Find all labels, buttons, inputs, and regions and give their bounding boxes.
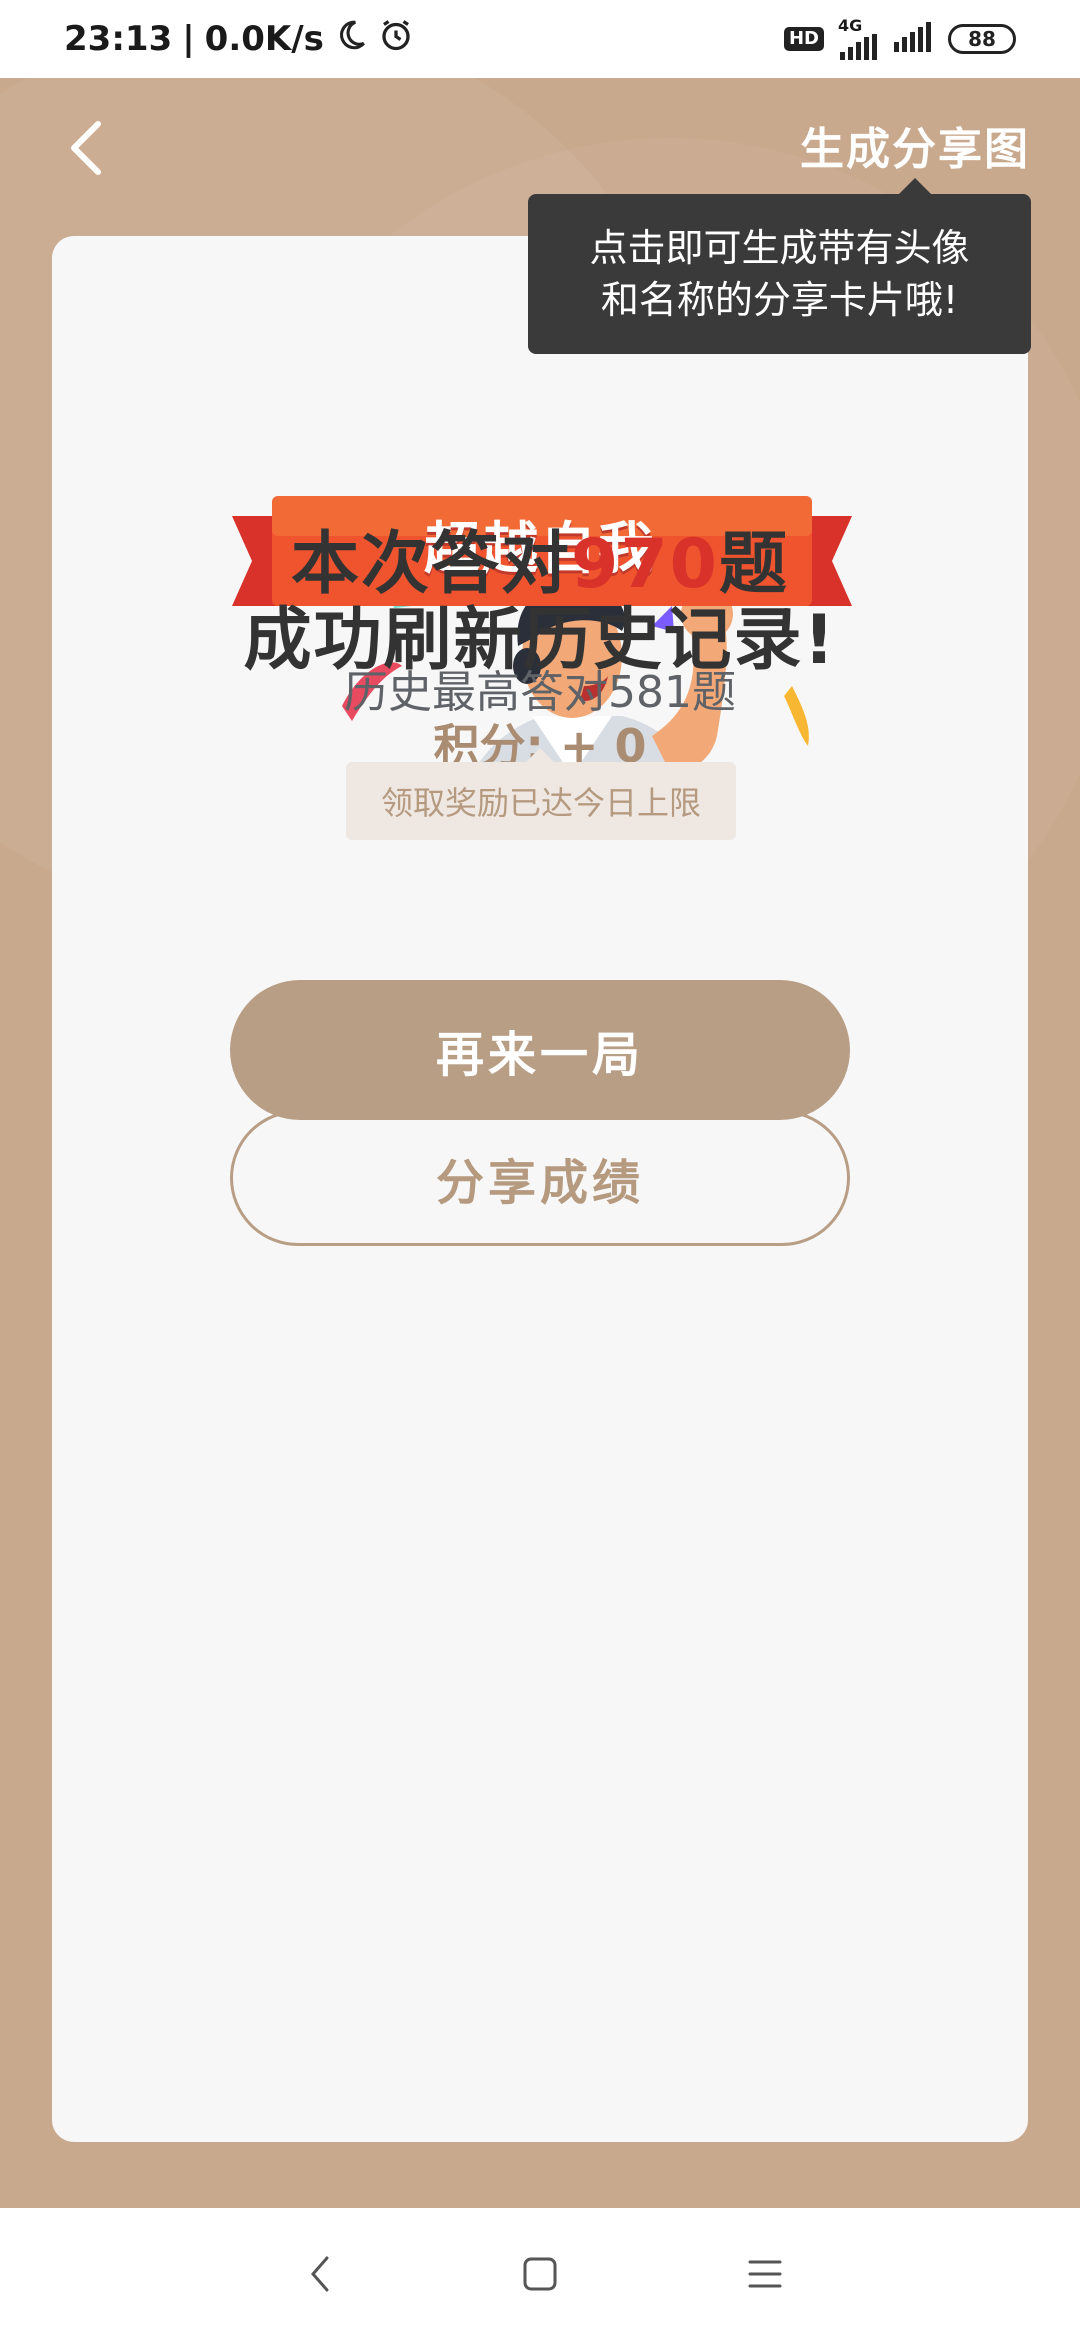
nav-home-icon — [523, 2257, 557, 2291]
alarm-icon — [378, 17, 414, 62]
nav-back-button[interactable] — [290, 2244, 350, 2304]
tooltip-line-1: 点击即可生成带有头像 — [589, 226, 970, 270]
battery-indicator: 88 — [948, 24, 1016, 54]
status-left: 23:13 | 0.0K/s — [64, 17, 414, 62]
navigation-bar — [0, 2208, 1080, 2340]
signal-4g-icon: 4G — [838, 18, 878, 60]
hd-badge: HD — [783, 27, 824, 51]
status-time: 23:13 — [64, 19, 173, 59]
status-bar: 23:13 | 0.0K/s HD 4G 88 — [0, 0, 1080, 78]
signal-icon — [892, 22, 934, 56]
generate-share-image-button[interactable]: 生成分享图 — [800, 113, 1030, 177]
share-score-button[interactable]: 分享成绩 — [230, 1110, 850, 1246]
network-speed: 0.0K/s — [204, 19, 324, 59]
page-background: 生成分享图 超越自我 本次答对970题 成功刷新历史记录! 历史最高答对581题… — [0, 78, 1080, 2208]
nav-back-icon — [311, 2256, 329, 2292]
status-separator: | — [182, 19, 195, 59]
network-type: 4G — [838, 16, 863, 35]
play-again-button[interactable]: 再来一局 — [230, 980, 850, 1120]
chevron-left-icon — [71, 121, 101, 175]
share-tooltip: 点击即可生成带有头像 和名称的分享卡片哦! — [528, 178, 1031, 354]
nav-menu-icon — [748, 2260, 782, 2288]
back-button[interactable] — [56, 108, 116, 188]
reward-limit-note: 领取奖励已达今日上限 — [346, 748, 736, 840]
nav-menu-button[interactable] — [735, 2244, 795, 2304]
nav-home-button[interactable] — [510, 2244, 570, 2304]
tooltip-line-2: 和名称的分享卡片哦! — [600, 278, 959, 322]
moon-icon — [334, 18, 368, 61]
status-right: HD 4G 88 — [783, 18, 1016, 60]
